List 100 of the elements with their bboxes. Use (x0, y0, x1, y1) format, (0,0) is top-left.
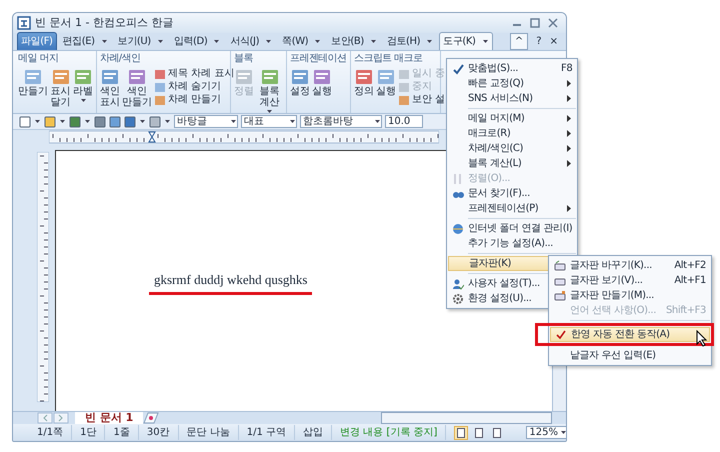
caret-icon (230, 118, 237, 125)
window-title: 빈 문서 1 - 한컴오피스 한글 (35, 14, 174, 31)
caret-icon (265, 38, 272, 45)
keyboard-icon (554, 260, 566, 272)
list-icon (398, 82, 410, 92)
submenu-arrow-icon (567, 160, 572, 167)
close-icon[interactable] (548, 18, 558, 28)
help-button[interactable]: ? (536, 34, 542, 49)
menu-tab[interactable]: 보기(U) (114, 32, 168, 50)
list-icon (154, 82, 166, 92)
ribbon-button[interactable]: 차례 만들기 (154, 94, 234, 106)
ribbon-button[interactable]: 정의 (354, 68, 374, 97)
menu-item[interactable]: 인터넷 폴더 연결 관리(I) (448, 221, 576, 236)
collapse-ribbon-button[interactable]: ^ (510, 33, 528, 50)
list-icon (398, 94, 410, 106)
group-title: 블록 (234, 53, 253, 65)
caret-icon (59, 118, 66, 125)
submenu-arrow-icon (567, 130, 572, 137)
document-icon (234, 68, 254, 86)
ribbon-button[interactable]: 만들기 (18, 68, 48, 97)
caret-icon (100, 38, 108, 45)
list-icon (154, 94, 166, 106)
preview-icon (109, 116, 121, 128)
change-tracking-status[interactable]: 변경 내용 [기록 중지] (332, 425, 446, 440)
status-item: 1단 (72, 425, 106, 440)
maximize-icon[interactable] (530, 18, 540, 28)
new-file-icon (19, 116, 31, 128)
menu-tab[interactable]: 보안(B) (327, 32, 381, 50)
caret-icon (289, 118, 296, 125)
horizontal-scrollbar[interactable] (381, 412, 552, 424)
print-icon (94, 116, 106, 128)
status-item: 1줄 (105, 425, 139, 440)
menu-item[interactable]: 추가 기능 설정(A)... (448, 236, 576, 251)
redo-icon (149, 116, 161, 128)
document-text: gksrmf duddj wkehd qusghks (154, 272, 308, 287)
font-size-field[interactable]: 10.0 (385, 115, 423, 128)
view-mode-button[interactable] (454, 426, 468, 440)
caret-icon (84, 118, 91, 125)
list-icon (154, 68, 166, 80)
ribbon-button[interactable]: 표시 달기 (50, 68, 71, 108)
caret-icon (80, 97, 86, 103)
menu-item[interactable]: 낱글자 우선 입력(E) (550, 348, 710, 363)
caret-icon (139, 118, 146, 125)
keyboard-icon (554, 290, 566, 302)
ribbon-button[interactable]: 차례 숨기기 (154, 81, 234, 93)
ribbon-button[interactable]: 라벨 (73, 68, 93, 103)
undo-icon (124, 116, 136, 128)
menu-item[interactable]: 프레젠테이션(P) (448, 201, 576, 216)
menu-item[interactable]: 글자판 만들기(M)... (550, 288, 710, 303)
sort-icon (452, 172, 464, 184)
ribbon-button[interactable]: 제목 차례 표시 (154, 68, 234, 80)
status-item: 삽입 (295, 425, 332, 440)
style-field[interactable]: 대표 (241, 115, 297, 128)
menu-item[interactable]: 차례/색인(C) (448, 141, 576, 156)
close-ribbon-button[interactable]: × (550, 34, 558, 49)
style-field[interactable]: 바탕글 (174, 115, 238, 128)
menu-item[interactable]: 문서 찾기(F)... (448, 186, 576, 201)
ribbon-button[interactable]: 실행 (376, 68, 396, 97)
ribbon-button[interactable]: 실행 (312, 68, 332, 97)
menu-tab[interactable]: 서식(J) (226, 32, 276, 50)
caret-icon (213, 38, 220, 45)
ribbon-button[interactable]: 색인 만들기 (122, 68, 152, 108)
ribbon-button[interactable]: 블록 계산 (256, 68, 283, 114)
menu-item[interactable]: 매크로(R) (448, 126, 576, 141)
zoom-field[interactable]: 125% (526, 426, 566, 439)
caret-icon (156, 38, 164, 45)
menu-tab[interactable]: 편집(E) (58, 32, 112, 50)
menu-tab[interactable]: 입력(D) (170, 32, 224, 50)
caret-icon (314, 38, 322, 45)
document-icon (23, 68, 43, 86)
font-field[interactable]: 함초롬바탕 (300, 115, 382, 128)
menu-item[interactable]: 빠른 교정(Q) (448, 76, 576, 91)
document-icon (312, 68, 332, 86)
ribbon-button[interactable]: 색인 표시 (100, 68, 120, 108)
menu-tab[interactable]: 도구(K) (439, 32, 493, 50)
save-icon (69, 116, 81, 128)
status-item: 1/1 구역 (238, 425, 296, 440)
document-icon (260, 68, 280, 86)
menu-item[interactable]: SNS 서비스(N) (448, 91, 576, 106)
menu-item[interactable]: 맞춤법(S)... F8 (448, 61, 576, 76)
group-title: 스크립트 매크로 (354, 53, 422, 65)
app-icon (17, 16, 31, 30)
document-icon (354, 68, 374, 86)
status-item: 1/1쪽 (29, 425, 72, 440)
submenu-arrow-icon (567, 205, 572, 212)
document-icon (73, 68, 93, 86)
document-tab[interactable]: 빈 문서 1 (75, 412, 144, 424)
document-icon (127, 68, 147, 86)
ribbon-button[interactable]: 보안 설 (398, 94, 446, 106)
menu-item[interactable]: 메일 머지(M) (448, 111, 576, 126)
menu-tab[interactable]: 쪽(W) (278, 32, 326, 50)
caret-icon (34, 118, 41, 125)
menu-item[interactable]: 글자판 보기(V)... Alt+F1 (550, 273, 710, 288)
caret-icon (426, 38, 434, 45)
menu-item[interactable]: 블록 계산(L) (448, 156, 576, 171)
menu-tab[interactable]: 검토(H) (382, 32, 438, 50)
caret-icon (370, 38, 377, 45)
group-title: 프레젠테이션 (290, 53, 346, 65)
ribbon-button[interactable]: 설정 (290, 68, 310, 97)
document-icon (290, 68, 310, 86)
